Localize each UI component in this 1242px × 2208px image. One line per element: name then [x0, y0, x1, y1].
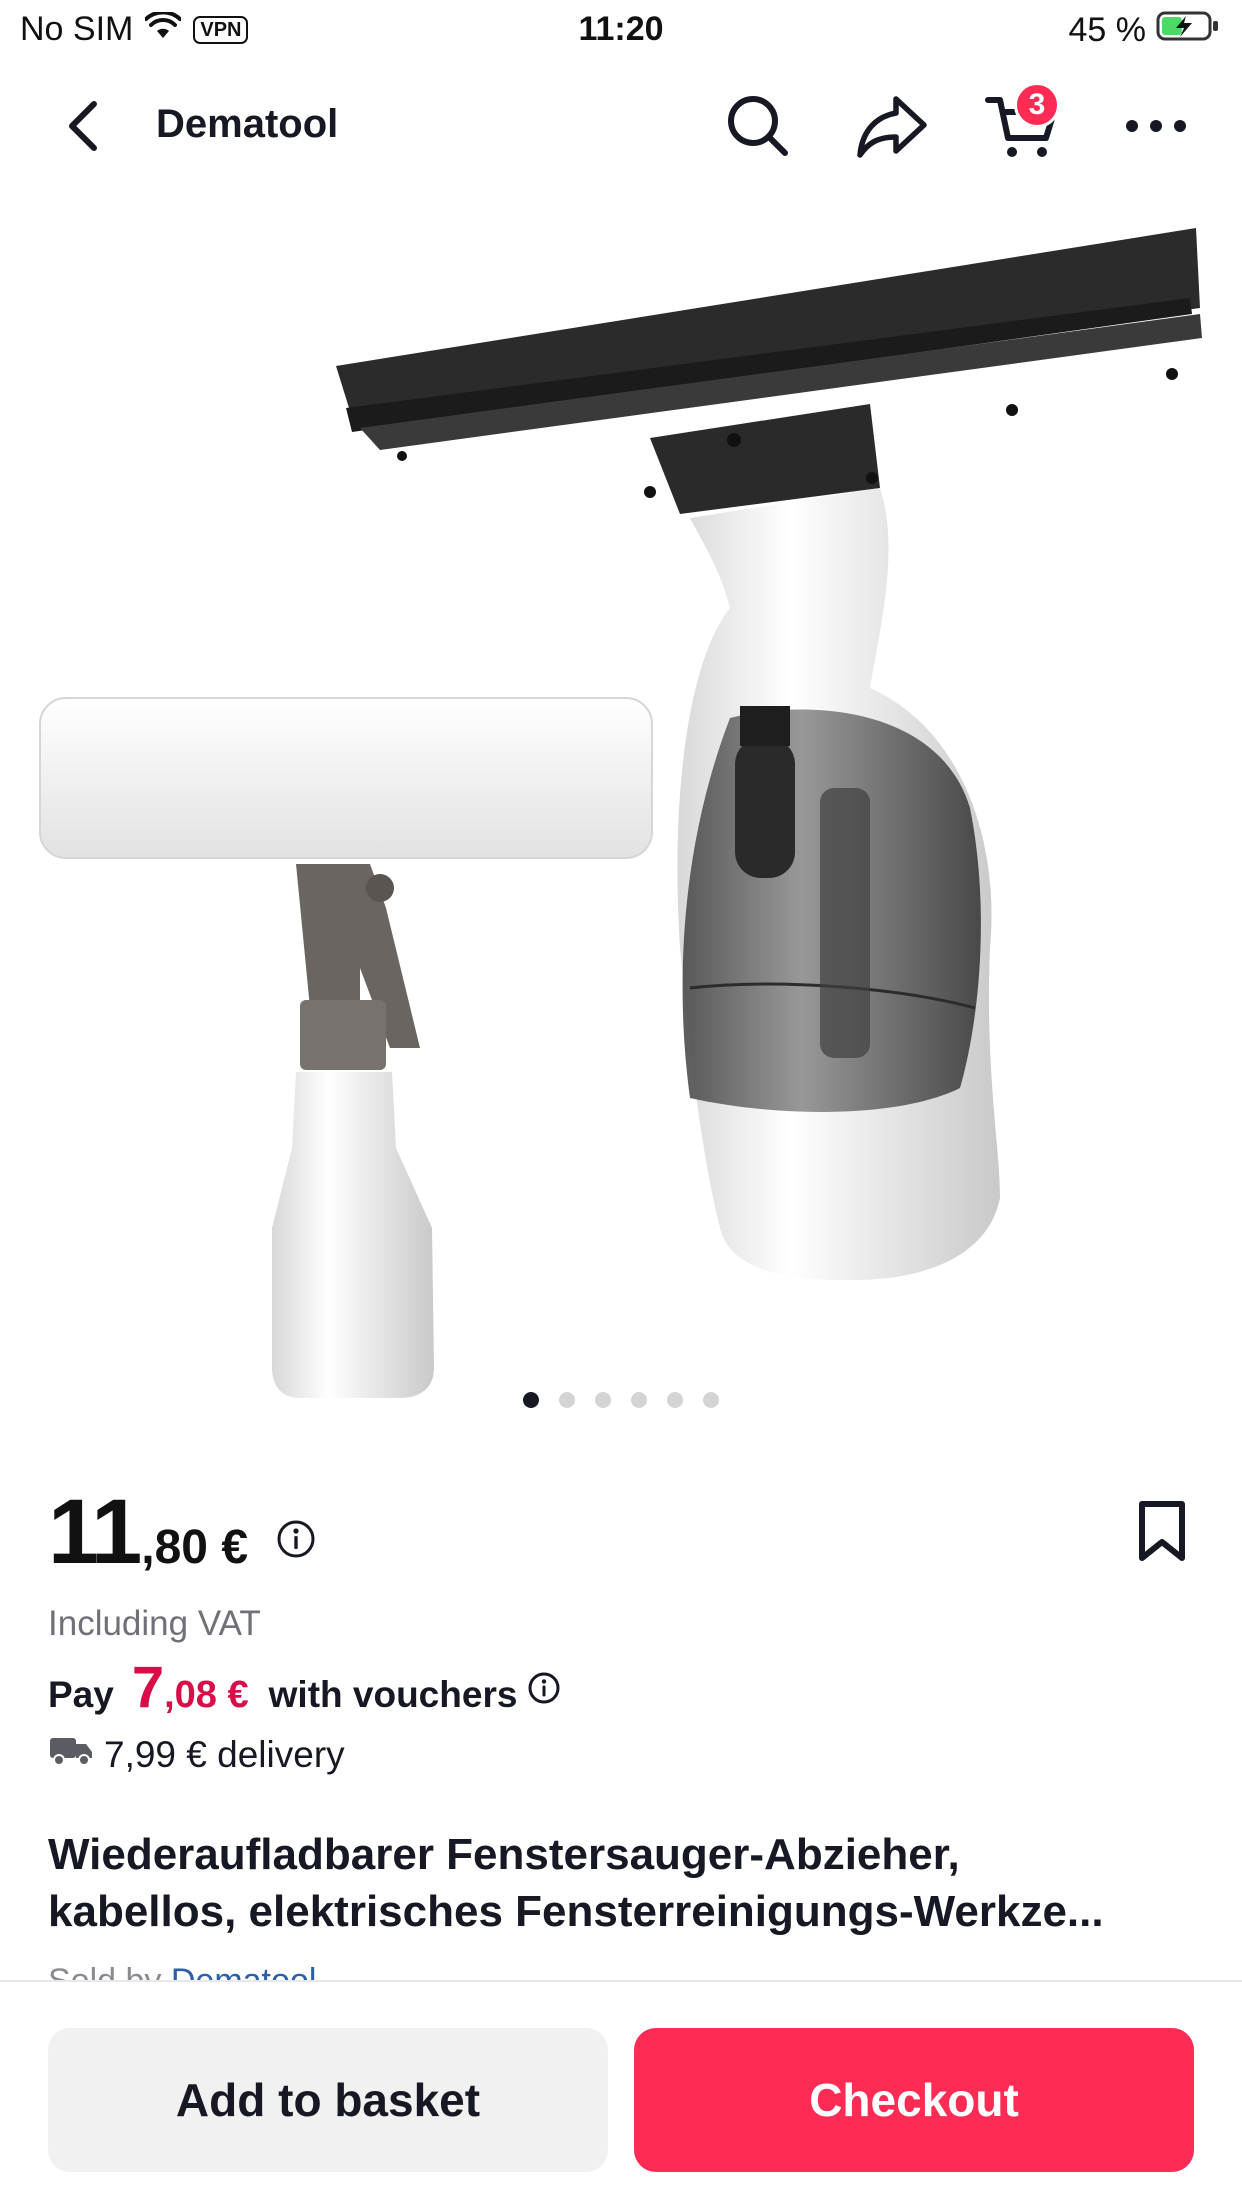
voucher-suffix: with vouchers — [268, 1674, 518, 1715]
gallery-dot[interactable] — [559, 1392, 575, 1408]
gallery-dot[interactable] — [667, 1392, 683, 1408]
bookmark-button[interactable] — [1134, 1500, 1190, 1564]
info-icon[interactable] — [527, 1671, 561, 1705]
price-decimal: ,80 € — [141, 1521, 249, 1574]
search-button[interactable] — [718, 86, 798, 166]
voucher-price-integer: 7 — [131, 1655, 165, 1720]
add-to-basket-button[interactable]: Add to basket — [48, 2028, 608, 2172]
status-right: 45 % — [1069, 10, 1221, 51]
product-page: No SIM VPN 11:20 45 % Dematool 3 11 ,80 … — [0, 0, 1242, 2208]
cart-count-badge: 3 — [1014, 82, 1060, 128]
checkout-button[interactable]: Checkout — [634, 2028, 1194, 2172]
share-icon — [857, 96, 927, 158]
voucher-prefix: Pay — [48, 1674, 114, 1715]
status-time: 11:20 — [578, 10, 664, 48]
battery-percent: 45 % — [1068, 11, 1147, 49]
price-integer: 11 — [48, 1481, 142, 1583]
gallery-dot[interactable] — [631, 1392, 647, 1408]
nav-bar: Dematool 3 — [0, 64, 1242, 188]
battery-icon — [1156, 10, 1220, 51]
store-name[interactable]: Dematool — [156, 102, 338, 147]
search-icon — [728, 96, 788, 156]
price: 11 ,80 € — [48, 1480, 316, 1585]
more-button[interactable] — [1116, 86, 1196, 166]
voucher-price-decimal: ,08 € — [164, 1674, 249, 1716]
product-title-line: kabellos, elektrisches Fensterreinigungs… — [48, 1887, 1104, 1936]
back-icon — [69, 101, 97, 151]
delivery-truck-icon — [48, 1732, 94, 1777]
more-icon — [1126, 120, 1186, 132]
delivery-info: 7,99 € delivery — [48, 1732, 345, 1777]
gallery-dot[interactable] — [703, 1392, 719, 1408]
gallery-pagination[interactable] — [0, 1392, 1242, 1408]
product-image-gallery[interactable] — [0, 188, 1242, 1424]
product-title-line: Wiederaufladbarer Fenstersauger-Abzieher… — [48, 1830, 960, 1879]
info-icon[interactable] — [276, 1519, 316, 1559]
product-photo — [39, 228, 1202, 1398]
vat-note: Including VAT — [48, 1604, 261, 1643]
back-button[interactable] — [56, 96, 112, 156]
gallery-dot[interactable] — [523, 1392, 539, 1408]
voucher-price-row[interactable]: Pay 7 ,08 € with vouchers — [48, 1654, 561, 1721]
gallery-dot[interactable] — [595, 1392, 611, 1408]
cart-button[interactable]: 3 — [982, 82, 1062, 166]
bottom-action-bar: Add to basket Checkout — [0, 1980, 1242, 2208]
delivery-text: 7,99 € delivery — [104, 1733, 345, 1775]
status-bar: No SIM VPN 11:20 45 % — [0, 0, 1242, 64]
bookmark-icon — [1139, 1501, 1185, 1561]
product-title[interactable]: Wiederaufladbarer Fenstersauger-Abzieher… — [48, 1826, 1198, 1940]
share-button[interactable] — [852, 86, 932, 166]
